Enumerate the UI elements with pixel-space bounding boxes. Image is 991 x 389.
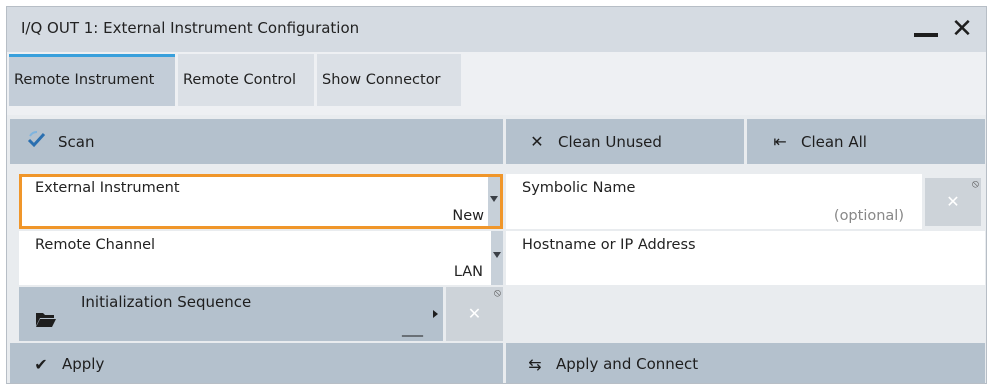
- symbolic-name-placeholder: (optional): [833, 208, 904, 224]
- remote-channel-dropdown[interactable]: Remote Channel LAN: [19, 231, 503, 285]
- apply-label: Apply: [62, 355, 105, 373]
- x-icon: ✕: [530, 132, 544, 151]
- clear-initialization-sequence-button[interactable]: ✕ ⦸: [446, 286, 503, 341]
- tab-show-connector[interactable]: Show Connector: [317, 54, 461, 106]
- swap-arrows-icon: ⇆: [528, 354, 542, 374]
- close-icon[interactable]: ✕: [948, 15, 976, 43]
- scan-label: Scan: [58, 132, 95, 151]
- chevron-right-icon: [433, 310, 438, 318]
- clear-symbolic-name-button[interactable]: ✕ ⦸: [925, 177, 981, 226]
- dialog-title: I/Q OUT 1: External Instrument Configura…: [21, 19, 360, 37]
- hostname-field[interactable]: Hostname or IP Address: [506, 231, 985, 285]
- external-instrument-value: New: [452, 208, 484, 224]
- clean-unused-button[interactable]: ✕ Clean Unused: [506, 119, 744, 164]
- scan-button[interactable]: Scan: [10, 119, 503, 164]
- apply-connect-button[interactable]: ⇆ Apply and Connect: [506, 343, 985, 383]
- initialization-sequence-value: ___: [402, 321, 423, 337]
- symbolic-name-field[interactable]: Symbolic Name (optional): [506, 174, 922, 229]
- checkmark-icon: ✔: [34, 354, 48, 374]
- hostname-label: Hostname or IP Address: [522, 237, 696, 253]
- chevron-down-icon[interactable]: [491, 231, 503, 285]
- symbolic-name-label: Symbolic Name: [522, 180, 636, 196]
- clean-unused-label: Clean Unused: [558, 132, 662, 151]
- folder-open-icon: [35, 310, 57, 332]
- clear-icon: ✕: [467, 304, 482, 323]
- disabled-icon: ⦸: [971, 177, 979, 190]
- chevron-down-icon[interactable]: [488, 177, 500, 226]
- remote-channel-label: Remote Channel: [35, 237, 156, 253]
- initialization-sequence-label: Initialization Sequence: [81, 293, 252, 311]
- clean-all-label: Clean All: [801, 132, 867, 151]
- tab-bar: Remote Instrument Remote Control Show Co…: [7, 52, 986, 115]
- clear-icon: ✕: [946, 192, 960, 211]
- minimize-icon[interactable]: [914, 33, 938, 37]
- content-panel: Scan ✕ Clean Unused ⇤ Clean All External…: [7, 115, 986, 383]
- disabled-icon: ⦸: [493, 286, 501, 299]
- arrow-to-left-bar-icon: ⇤: [773, 132, 787, 151]
- tab-remote-instrument[interactable]: Remote Instrument: [9, 54, 175, 106]
- initialization-sequence-button[interactable]: Initialization Sequence ___: [19, 287, 443, 341]
- external-instrument-dropdown[interactable]: External Instrument New: [19, 174, 503, 229]
- config-dialog: I/Q OUT 1: External Instrument Configura…: [6, 6, 987, 384]
- apply-connect-label: Apply and Connect: [556, 355, 699, 373]
- tab-remote-control[interactable]: Remote Control: [178, 54, 314, 106]
- remote-channel-value: LAN: [453, 264, 483, 280]
- clean-all-button[interactable]: ⇤ Clean All: [747, 119, 985, 164]
- checkmark-spin-icon: [26, 130, 48, 153]
- apply-button[interactable]: ✔ Apply: [10, 343, 503, 383]
- title-bar: I/Q OUT 1: External Instrument Configura…: [7, 7, 986, 52]
- external-instrument-label: External Instrument: [35, 180, 180, 196]
